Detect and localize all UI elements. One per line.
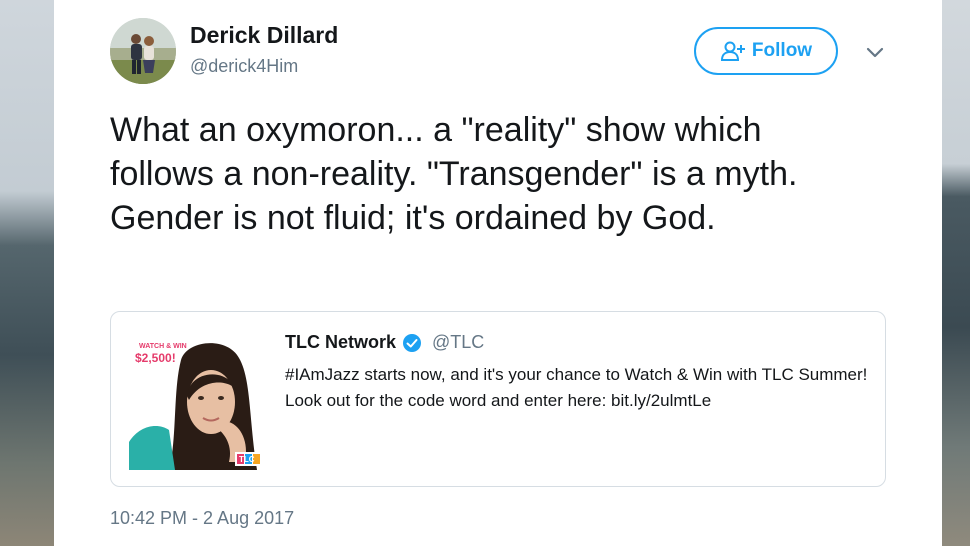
quoted-author[interactable]: TLC Network @TLC — [285, 332, 484, 353]
tweet-timestamp[interactable]: 10:42 PM - 2 Aug 2017 — [110, 508, 294, 529]
network-logo: TLC — [239, 455, 255, 464]
chevron-down-icon[interactable] — [862, 40, 888, 66]
avatar[interactable] — [110, 18, 176, 84]
promo-top-text: WATCH & WIN — [139, 343, 187, 350]
quoted-author-handle: @TLC — [432, 332, 485, 352]
add-user-icon — [720, 41, 745, 61]
verified-badge-icon — [403, 333, 422, 352]
quoted-tweet[interactable]: WATCH & WIN $2,500! TLC TLC Network @TLC… — [110, 311, 886, 487]
author-handle[interactable]: @derick4Him — [190, 56, 298, 77]
quoted-tweet-text: #IAmJazz starts now, and it's your chanc… — [285, 365, 868, 410]
follow-label: Follow — [751, 40, 813, 61]
quoted-author-name: TLC Network — [285, 332, 397, 352]
background-left — [0, 0, 54, 546]
background-right — [942, 0, 970, 546]
quoted-tweet-image[interactable]: WATCH & WIN $2,500! TLC — [129, 330, 269, 470]
author-name[interactable]: Derick Dillard — [190, 22, 338, 49]
tweet-card: Derick Dillard @derick4Him Follow What a… — [54, 0, 942, 546]
follow-button[interactable]: Follow — [694, 27, 838, 75]
prize-text: $2,500! — [135, 351, 176, 365]
tweet-text: What an oxymoron... a "reality" show whi… — [110, 111, 798, 237]
